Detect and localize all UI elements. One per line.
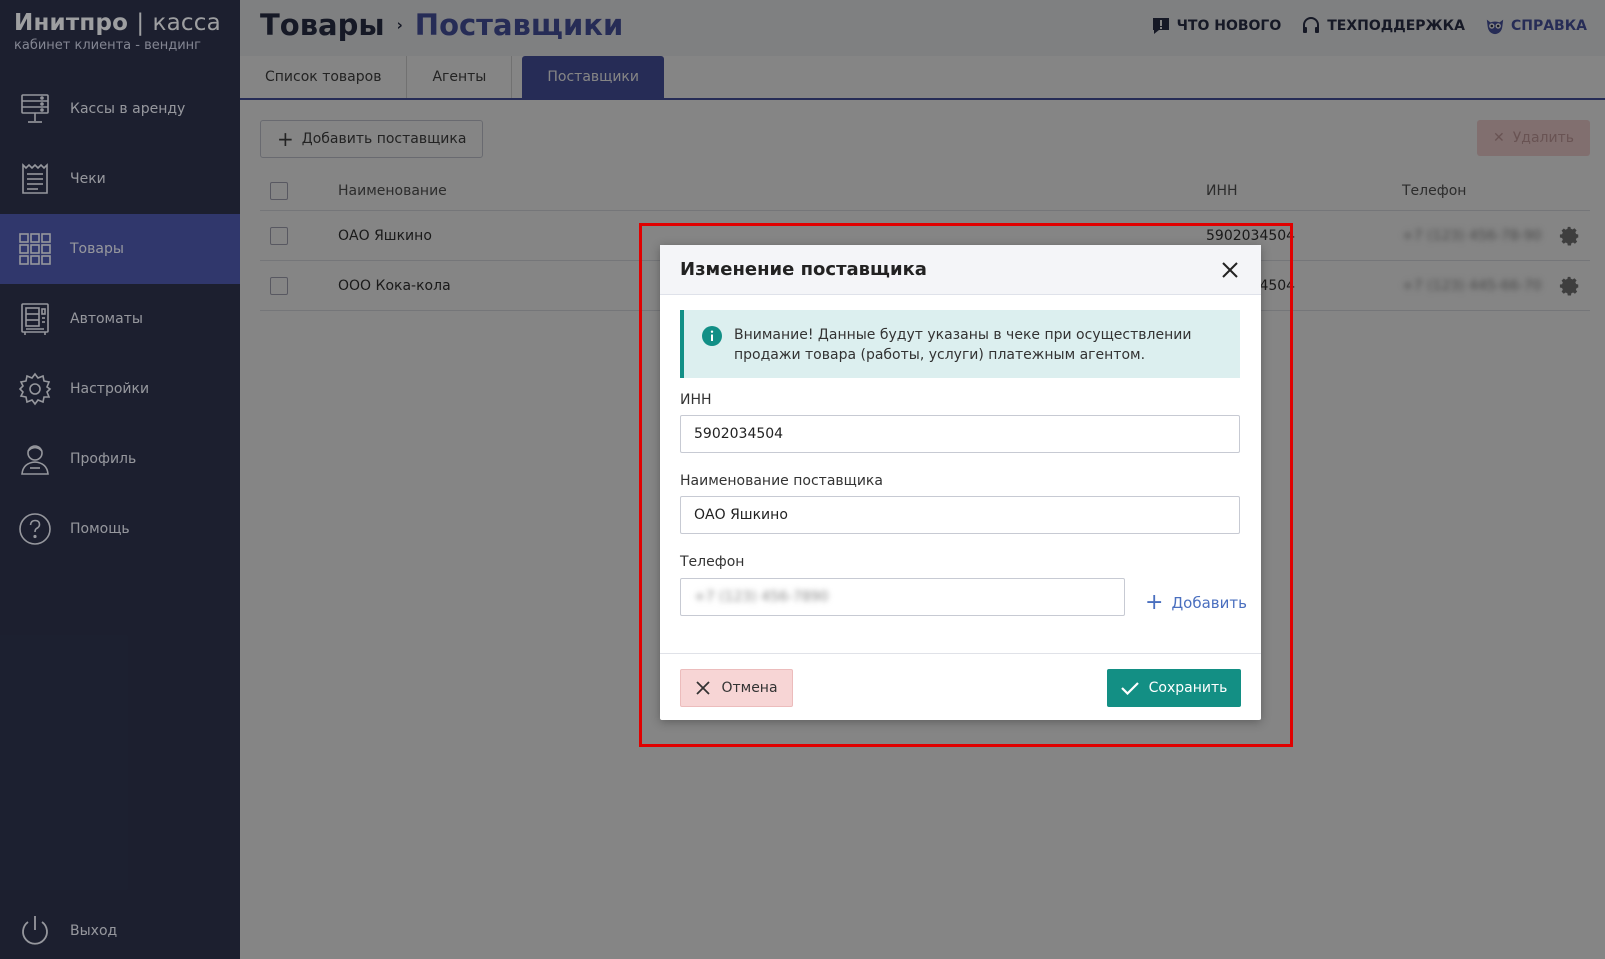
save-button[interactable]: Сохранить	[1107, 669, 1241, 707]
phone-label: Телефон	[680, 554, 745, 570]
inn-label: ИНН	[680, 392, 712, 408]
close-icon	[696, 681, 711, 695]
supplier-name-label: Наименование поставщика	[680, 473, 883, 489]
sidebar-overlay	[0, 0, 240, 959]
dialog-title: Изменение поставщика	[680, 259, 927, 280]
inn-input[interactable]: 5902034504	[680, 415, 1240, 453]
supplier-name-input[interactable]: ОАО Яшкино	[680, 496, 1240, 534]
add-phone-label: Добавить	[1171, 594, 1247, 612]
info-notice: Внимание! Данные будут указаны в чеке пр…	[680, 310, 1240, 378]
add-phone-button[interactable]: + Добавить	[1145, 592, 1247, 614]
phone-value: +7 (123) 456-7890	[694, 589, 829, 605]
cancel-label: Отмена	[721, 680, 778, 696]
plus-icon: +	[1145, 590, 1164, 615]
notice-text: Внимание! Данные будут указаны в чеке пр…	[734, 327, 1192, 363]
app-root: Инитпро | касса кабинет клиента - вендин…	[0, 0, 1605, 959]
dialog-footer: Отмена Сохранить	[660, 653, 1261, 721]
edit-supplier-dialog: Изменение поставщика Внимание! Данные бу…	[660, 245, 1261, 720]
info-icon	[702, 326, 722, 346]
cancel-button[interactable]: Отмена	[680, 669, 793, 707]
check-icon	[1120, 682, 1139, 695]
close-icon[interactable]	[1219, 259, 1241, 281]
phone-input[interactable]: +7 (123) 456-7890	[680, 578, 1125, 616]
dialog-header: Изменение поставщика	[660, 245, 1261, 295]
save-label: Сохранить	[1148, 680, 1228, 696]
